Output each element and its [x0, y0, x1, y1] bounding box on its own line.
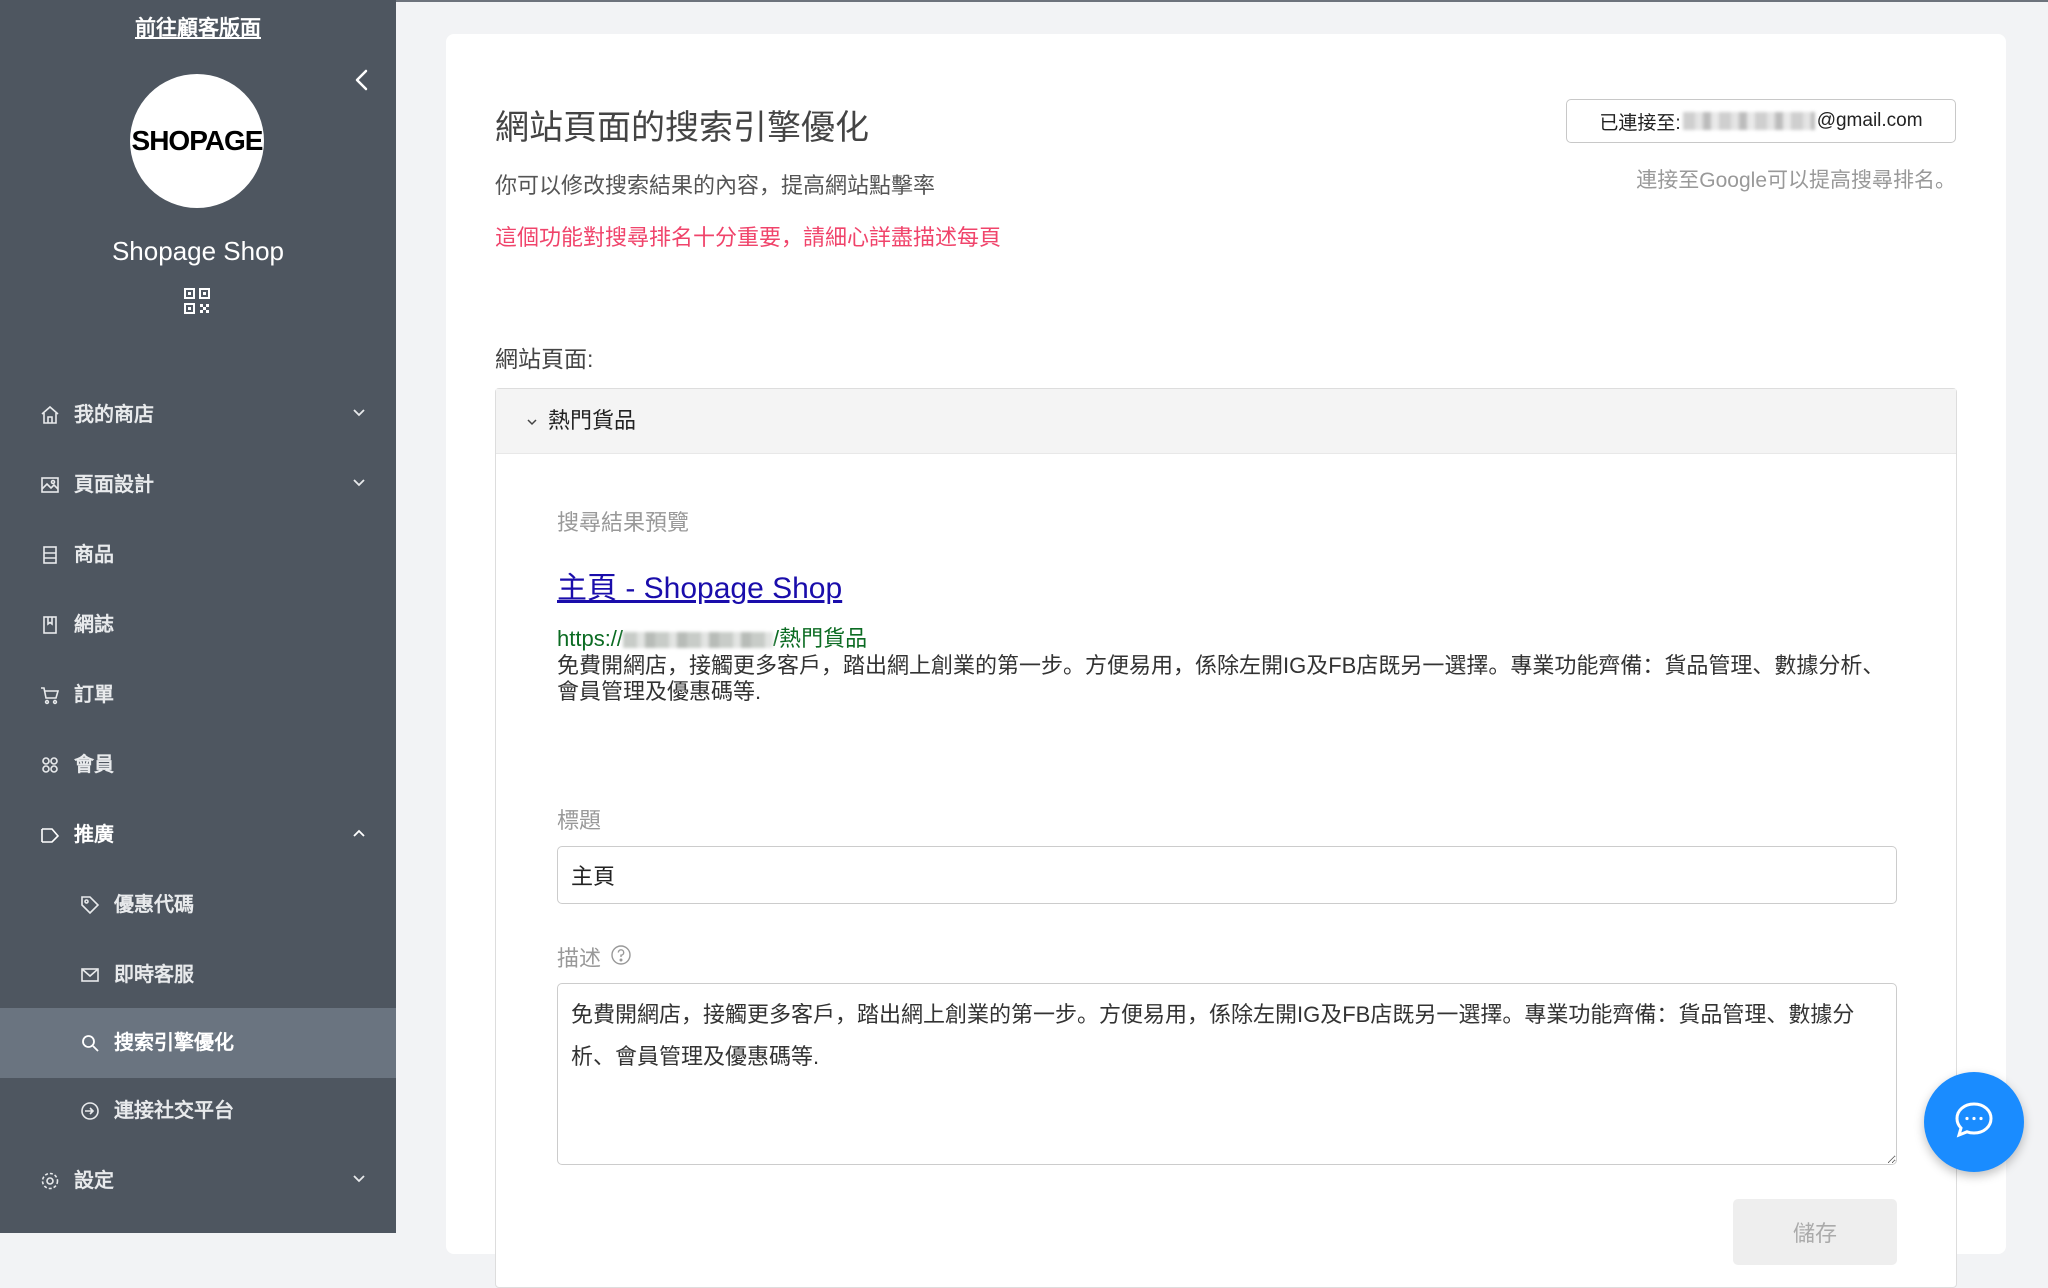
sidebar-item-label: 優惠代碼	[114, 894, 194, 916]
panel-header-hot-products[interactable]: 熱門貨品	[496, 389, 1956, 454]
search-preview-title-link[interactable]: 主頁 - Shopage Shop	[557, 563, 842, 607]
search-preview-url: https:// /熱門貨品	[557, 621, 867, 653]
sidebar-item-label: 推廣	[74, 824, 114, 846]
shop-name: Shopage Shop	[111, 236, 285, 266]
sidebar-item-seo[interactable]: 搜索引擎優化	[0, 1008, 396, 1078]
sidebar-item-social-connect[interactable]: 連接社交平台	[0, 1076, 396, 1146]
title-input[interactable]	[557, 846, 1897, 904]
page-subtitle: 你可以修改搜索結果的內容，提高網站點擊率	[495, 173, 936, 198]
redacted-email	[1682, 112, 1815, 130]
sidebar-item-page-design[interactable]: 頁面設計	[0, 450, 396, 520]
sidebar: 前往顧客版面 SHOPAGE Shopage Shop 我的商店 頁面設計 商品…	[0, 0, 396, 1233]
sidebar-item-label: 即時客服	[114, 964, 194, 986]
sidebar-item-label: 連接社交平台	[114, 1100, 234, 1122]
panel-title: 熱門貨品	[548, 408, 637, 433]
live-chat-button[interactable]	[1924, 1072, 2024, 1172]
chevron-down-icon	[352, 1172, 366, 1186]
redacted-domain	[623, 632, 774, 649]
search-preview-description: 免費開網店，接觸更多客戶，踏出網上創業的第一步。方便易用，係除左開IG及FB店既…	[557, 653, 1885, 704]
chat-bubble-icon	[1950, 1096, 1998, 1149]
sidebar-item-label: 商品	[74, 544, 114, 566]
image-icon	[40, 475, 60, 495]
search-preview-label: 搜尋結果預覽	[557, 510, 690, 535]
chevron-down-icon	[526, 415, 538, 427]
url-path: /熱門貨品	[773, 626, 868, 651]
members-icon	[40, 755, 60, 775]
sidebar-item-label: 我的商店	[74, 404, 154, 426]
importance-warning: 這個功能對搜尋排名十分重要，請細心詳盡描述每頁	[495, 225, 1002, 250]
visit-customer-view-link[interactable]: 前往顧客版面	[0, 12, 396, 42]
gear-icon	[40, 1171, 60, 1191]
url-prefix: https://	[557, 626, 624, 651]
help-icon[interactable]	[610, 944, 632, 966]
blog-icon	[40, 615, 60, 635]
connect-icon	[80, 1101, 100, 1121]
page-seo-panel: 熱門貨品 搜尋結果預覽 主頁 - Shopage Shop https:// /熱…	[495, 388, 1957, 1288]
qr-code-icon[interactable]	[183, 287, 211, 315]
mail-icon	[80, 965, 100, 985]
home-icon	[40, 405, 60, 425]
sidebar-item-blog[interactable]: 網誌	[0, 590, 396, 660]
promotion-icon	[40, 825, 60, 845]
cart-icon	[40, 685, 60, 705]
sidebar-item-label: 設定	[74, 1170, 114, 1192]
seo-card: 網站頁面的搜索引擎優化 你可以修改搜索結果的內容，提高網站點擊率 這個功能對搜尋…	[446, 34, 2006, 1288]
website-pages-label: 網站頁面:	[495, 346, 594, 372]
sidebar-item-members[interactable]: 會員	[0, 730, 396, 800]
google-email-domain: @gmail.com	[1816, 110, 1923, 131]
sidebar-item-label: 會員	[74, 754, 114, 776]
sidebar-item-settings[interactable]: 設定	[0, 1146, 396, 1216]
product-icon	[40, 545, 60, 565]
sidebar-item-label: 訂單	[74, 684, 114, 706]
tag-icon	[80, 895, 100, 915]
sidebar-item-label: 網誌	[74, 614, 114, 636]
title-field-label: 標題	[557, 808, 602, 833]
chevron-up-icon	[352, 826, 366, 840]
chevron-down-icon	[352, 476, 366, 490]
sidebar-item-label: 搜索引擎優化	[114, 1032, 234, 1054]
search-icon	[80, 1033, 100, 1053]
sidebar-item-products[interactable]: 商品	[0, 520, 396, 590]
shop-logo-text: SHOPAGE	[131, 125, 264, 156]
save-button[interactable]: 儲存	[1733, 1199, 1897, 1265]
page-title: 網站頁面的搜索引擎優化	[495, 109, 869, 147]
description-field-label: 描述	[557, 946, 602, 971]
google-account-button[interactable]: 已連接至: @gmail.com	[1566, 99, 1956, 143]
sidebar-item-label: 頁面設計	[74, 474, 154, 496]
google-hint: 連接至Google可以提高搜尋排名。	[1636, 169, 1956, 192]
google-connected-label: 已連接至:	[1599, 112, 1681, 134]
shop-logo: SHOPAGE	[130, 74, 264, 208]
sidebar-item-my-store[interactable]: 我的商店	[0, 380, 396, 450]
description-textarea[interactable]: 免費開網店，接觸更多客戶，踏出網上創業的第一步。方便易用，係除左開IG及FB店既…	[557, 983, 1897, 1165]
sidebar-item-orders[interactable]: 訂單	[0, 660, 396, 730]
sidebar-item-coupon-codes[interactable]: 優惠代碼	[0, 870, 396, 940]
sidebar-item-promotion[interactable]: 推廣	[0, 800, 396, 870]
sidebar-item-live-support[interactable]: 即時客服	[0, 940, 396, 1010]
chevron-down-icon	[352, 406, 366, 420]
collapse-sidebar-icon[interactable]	[350, 66, 374, 94]
